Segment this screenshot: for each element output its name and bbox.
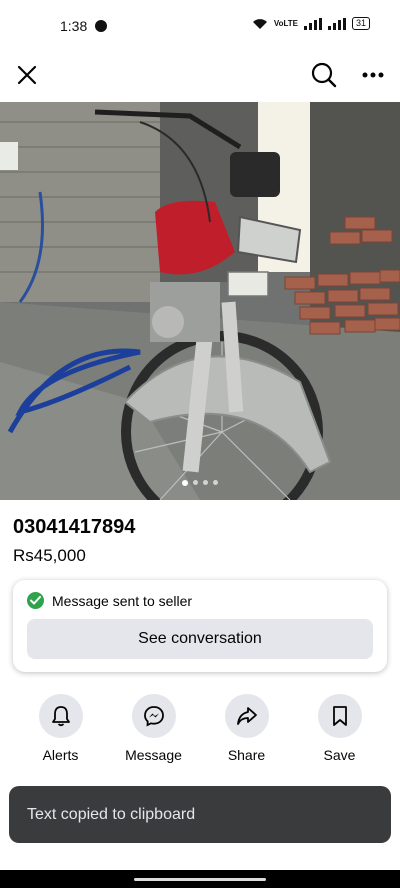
share-button[interactable] xyxy=(224,694,269,738)
search-button[interactable] xyxy=(307,58,341,92)
seller-message-card: Message sent to seller See conversation xyxy=(13,580,387,672)
share-label: Share xyxy=(227,747,266,763)
check-circle-icon xyxy=(27,592,44,609)
network-label: VoLTE xyxy=(273,19,298,28)
messenger-icon xyxy=(143,706,164,727)
listing-price: Rs45,000 xyxy=(13,546,86,565)
save-action[interactable]: Save xyxy=(293,694,386,763)
search-icon xyxy=(311,62,337,88)
save-button[interactable] xyxy=(317,694,362,738)
alerts-label: Alerts xyxy=(42,747,79,763)
bookmark-icon xyxy=(332,706,347,726)
message-label: Message xyxy=(125,747,182,763)
photo-dot-active xyxy=(182,480,188,486)
top-bar xyxy=(0,52,400,98)
listing-title: 03041417894 xyxy=(13,516,136,538)
clipboard-toast: Text copied to clipboard xyxy=(9,786,391,843)
signal-icon-2 xyxy=(327,17,346,30)
battery-icon: 31 xyxy=(351,17,370,30)
photo-dot xyxy=(203,480,208,485)
status-icons: VoLTE 31 xyxy=(252,17,370,30)
messenger-notification-icon xyxy=(95,20,107,32)
more-icon xyxy=(362,72,384,78)
listing-photo[interactable] xyxy=(0,102,400,500)
home-indicator[interactable] xyxy=(134,878,266,881)
photo-pagination xyxy=(0,480,400,486)
alerts-action[interactable]: Alerts xyxy=(14,694,107,763)
status-time: 1:38 xyxy=(60,18,88,34)
photo-dot xyxy=(213,480,218,485)
see-conversation-button[interactable]: See conversation xyxy=(27,619,373,659)
close-button[interactable] xyxy=(10,58,44,92)
message-sent-row: Message sent to seller xyxy=(27,592,192,609)
toast-text: Text copied to clipboard xyxy=(27,806,196,823)
system-nav-bar xyxy=(0,870,400,888)
photo-dot xyxy=(193,480,198,485)
action-row: Alerts Message Share Save xyxy=(0,694,400,763)
close-icon xyxy=(17,65,37,85)
wifi-icon xyxy=(252,18,267,29)
bell-icon xyxy=(51,706,70,727)
save-label: Save xyxy=(323,747,356,763)
share-action[interactable]: Share xyxy=(200,694,293,763)
message-action[interactable]: Message xyxy=(107,694,200,763)
more-options-button[interactable] xyxy=(356,58,390,92)
signal-icon xyxy=(303,17,322,30)
status-bar: 1:38 VoLTE 31 xyxy=(0,0,400,52)
message-button[interactable] xyxy=(131,694,176,738)
motorcycle-image xyxy=(0,102,400,500)
alerts-button[interactable] xyxy=(38,694,83,738)
share-icon xyxy=(236,707,257,725)
message-sent-text: Message sent to seller xyxy=(52,592,193,609)
